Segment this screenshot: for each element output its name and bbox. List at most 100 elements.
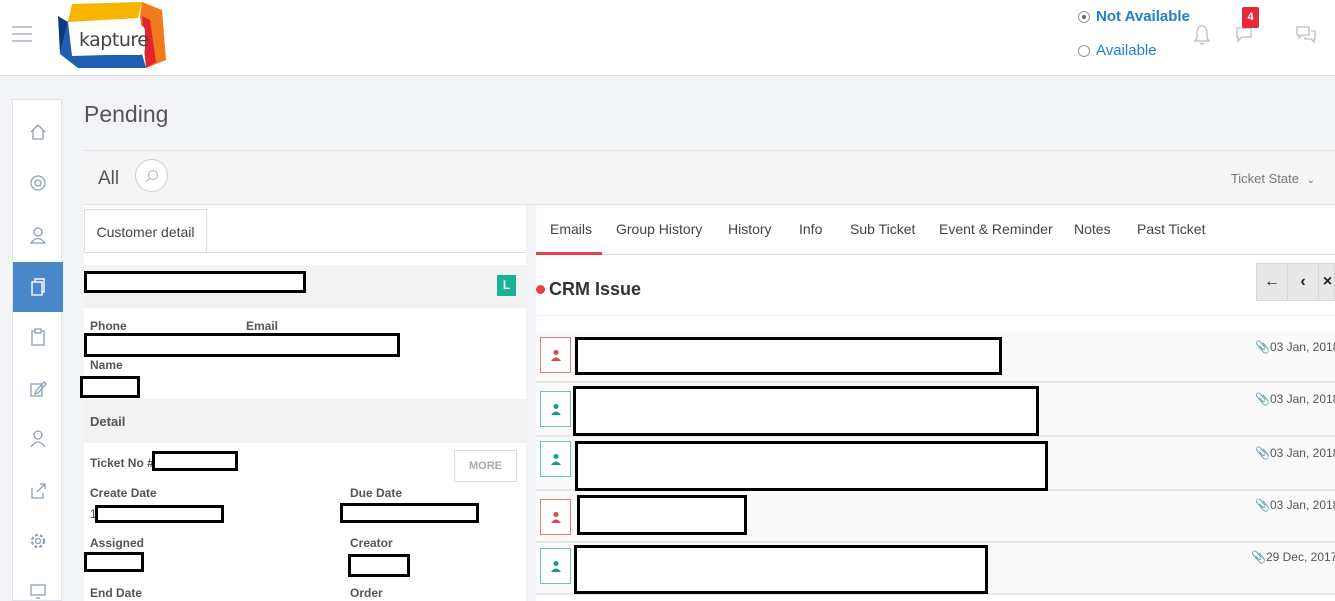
customer-avatar-badge: L [497, 275, 516, 296]
create-date-label: Create Date [90, 486, 157, 500]
redacted-creator [348, 554, 410, 577]
redacted-ticket-no [152, 451, 238, 471]
ticket-state-label: Ticket State [1230, 171, 1299, 186]
chevron-left-icon[interactable]: ‹ [1288, 264, 1319, 300]
incoming-user-icon [540, 337, 571, 373]
sidebar-item-support[interactable] [13, 158, 63, 208]
attachment-icon: 📎 [1255, 340, 1270, 354]
clipboard-icon [31, 328, 45, 346]
email-item[interactable]: 📎03 Jan, 2018 [536, 332, 1335, 383]
messages-icon[interactable] [1295, 24, 1317, 44]
menu-icon[interactable] [12, 26, 32, 42]
redacted-email-content [573, 386, 1039, 436]
incoming-user-icon [540, 499, 571, 535]
filter-all[interactable]: All [98, 168, 119, 190]
tab-group-history[interactable]: Group History [616, 221, 702, 237]
sidebar-item-agents[interactable] [13, 414, 63, 464]
sidebar-item-clipboard[interactable] [13, 312, 63, 362]
attachment-icon: 📎 [1255, 498, 1270, 512]
status-available[interactable]: Available [1078, 42, 1157, 59]
monitor-icon [30, 584, 46, 599]
email-date: 📎03 Jan, 2018 [1255, 340, 1335, 354]
email-item[interactable]: 📎03 Jan, 2018 [536, 383, 1335, 437]
order-label: Order [350, 586, 383, 600]
email-date: 📎29 Dec, 2017 [1251, 550, 1335, 564]
redacted-email-content [577, 495, 747, 535]
attachment-icon: 📎 [1255, 392, 1270, 406]
ticket-tabs: Emails Group History History Info Sub Ti… [536, 205, 1335, 255]
sidebar-item-home[interactable] [13, 107, 63, 157]
gear-icon [30, 533, 46, 549]
email-item[interactable]: 📎03 Jan, 2018 [536, 437, 1335, 491]
tab-past-ticket[interactable]: Past Ticket [1137, 221, 1205, 237]
user-icon [29, 227, 47, 244]
email-label: Email [246, 319, 279, 333]
ticket-state-dropdown[interactable]: Ticket State ⌄ [1231, 171, 1315, 186]
sidebar-item-monitor[interactable] [13, 566, 63, 601]
section-title: CRM Issue [549, 279, 642, 299]
page-title: Pending [84, 101, 169, 127]
tab-event-reminder[interactable]: Event & Reminder [939, 221, 1053, 237]
email-navigation: ← ‹ × [1256, 263, 1335, 301]
tab-customer-detail[interactable]: Customer detail [84, 209, 207, 253]
ticket-no-label: Ticket No # [90, 456, 154, 470]
due-date-label: Due Date [350, 486, 403, 500]
tab-info[interactable]: Info [799, 221, 822, 237]
detail-section-header: Detail [84, 399, 526, 443]
redacted-due-date [340, 503, 479, 523]
filter-bar: All Ticket State ⌄ [84, 150, 1335, 205]
outgoing-user-icon [540, 441, 571, 477]
email-item[interactable]: 📎03 Jan, 2018 [536, 491, 1335, 543]
status-not-available-label: Not Available [1096, 8, 1190, 25]
customer-detail-panel: Customer detail L Phone Email Name Detai… [80, 205, 526, 601]
left-sidebar [12, 99, 63, 601]
redacted-name [80, 376, 140, 398]
tab-sub-ticket[interactable]: Sub Ticket [850, 221, 915, 237]
email-date: 📎03 Jan, 2018 [1255, 498, 1335, 512]
tab-history[interactable]: History [728, 221, 772, 237]
redacted-email-content [575, 441, 1048, 491]
search-button[interactable] [135, 159, 168, 192]
more-button[interactable]: MORE [454, 450, 517, 482]
name-label: Name [90, 358, 123, 372]
redacted-assigned [84, 552, 144, 572]
outgoing-user-icon [540, 548, 571, 584]
status-dot [536, 285, 545, 294]
sidebar-item-settings[interactable] [13, 516, 63, 566]
radio-selected-icon[interactable] [1078, 10, 1090, 23]
email-date: 📎03 Jan, 2018 [1255, 392, 1335, 406]
sidebar-item-share[interactable] [13, 466, 63, 516]
sidebar-item-edit[interactable] [13, 364, 63, 414]
radio-unselected-icon[interactable] [1078, 44, 1090, 57]
redacted-create-date [95, 505, 224, 523]
lifebuoy-icon [30, 175, 46, 191]
attachment-icon: 📎 [1251, 550, 1266, 564]
agent-icon [30, 430, 46, 448]
close-icon[interactable]: × [1319, 264, 1335, 300]
status-available-label: Available [1096, 42, 1157, 59]
status-not-available[interactable]: Not Available [1078, 8, 1190, 25]
active-tab-indicator [536, 252, 602, 255]
home-icon [30, 124, 46, 140]
outgoing-user-icon [540, 391, 571, 427]
edit-icon [30, 381, 47, 397]
tab-notes[interactable]: Notes [1074, 221, 1111, 237]
redacted-customer-name [84, 271, 306, 293]
tab-emails[interactable]: Emails [550, 221, 592, 237]
bell-icon[interactable] [1193, 24, 1211, 46]
phone-label: Phone [90, 319, 127, 333]
sidebar-item-tickets[interactable] [13, 262, 63, 312]
email-item[interactable]: 📎29 Dec, 2017 [536, 543, 1335, 595]
notification-badge: 4 [1242, 7, 1259, 28]
assigned-label: Assigned [90, 536, 145, 550]
detail-label: Detail [90, 414, 126, 429]
redacted-email-content [574, 545, 988, 594]
redacted-email-content [575, 337, 1002, 375]
kapture-logo[interactable]: kapture [58, 2, 166, 70]
customer-name-bar: L [84, 265, 526, 308]
search-icon [145, 169, 158, 182]
sidebar-item-user[interactable] [13, 210, 63, 260]
back-arrow-icon[interactable]: ← [1257, 264, 1288, 300]
top-header: kapture Not Available Available 4 [0, 0, 1335, 76]
divider [84, 252, 526, 253]
